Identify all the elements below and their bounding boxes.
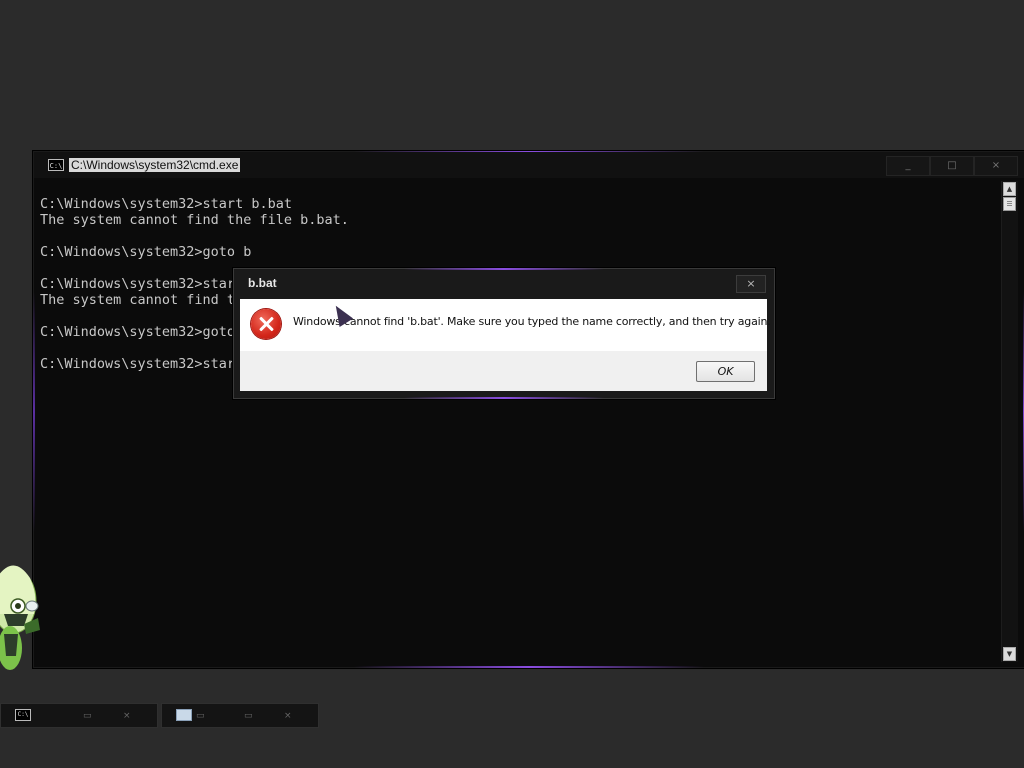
dialog-close-button[interactable]: × bbox=[736, 275, 766, 293]
dialog-glow-bottom bbox=[404, 397, 604, 399]
close-button[interactable]: × bbox=[974, 156, 1018, 176]
ok-button[interactable]: OK bbox=[696, 361, 755, 382]
dialog-title: b.bat bbox=[248, 276, 277, 290]
character-sticker bbox=[0, 565, 40, 670]
cmd-icon[interactable]: C:\ bbox=[48, 159, 64, 171]
taskbar-close-button[interactable]: × bbox=[284, 711, 292, 721]
taskbar-close-button[interactable]: × bbox=[123, 711, 131, 721]
scroll-thumb[interactable] bbox=[1003, 197, 1016, 211]
dialog-glow-top bbox=[404, 268, 604, 270]
console-line: C:\Windows\system32>start b.bat bbox=[40, 196, 292, 212]
taskbar-item-display[interactable]: ▭ ▭ × bbox=[161, 703, 319, 728]
console-line: The system cannot find the file b.bat. bbox=[40, 212, 349, 228]
window-glow-left bbox=[33, 292, 35, 532]
error-dialog[interactable]: b.bat × Windows cannot find 'b.bat'. Mak… bbox=[233, 268, 775, 399]
cmd-window[interactable]: C:\ C:\Windows\system32\cmd.exe _ □ × C:… bbox=[33, 151, 1024, 668]
scroll-down-arrow-icon[interactable]: ▼ bbox=[1003, 647, 1016, 661]
dialog-body: Windows cannot find 'b.bat'. Make sure y… bbox=[240, 299, 771, 351]
window-title: C:\Windows\system32\cmd.exe bbox=[69, 158, 241, 172]
error-icon bbox=[251, 309, 281, 339]
cmd-icon: C:\ bbox=[15, 709, 31, 721]
cmd-titlebar[interactable]: C:\ C:\Windows\system32\cmd.exe _ □ × bbox=[34, 152, 1024, 178]
scroll-up-arrow-icon[interactable]: ▲ bbox=[1003, 182, 1016, 196]
vertical-scrollbar[interactable]: ▲ ▼ bbox=[1001, 181, 1018, 662]
dialog-message: Windows cannot find 'b.bat'. Make sure y… bbox=[293, 315, 771, 328]
maximize-button[interactable]: □ bbox=[930, 156, 974, 176]
dialog-footer: OK bbox=[240, 351, 767, 391]
minimize-button[interactable]: _ bbox=[886, 156, 930, 176]
taskbar-restore-button[interactable]: ▭ bbox=[83, 711, 92, 721]
window-glow-bottom bbox=[354, 666, 704, 668]
console-output[interactable]: C:\Windows\system32>start b.bat The syste… bbox=[40, 196, 990, 656]
console-line: C:\Windows\system32>goto b bbox=[40, 244, 252, 260]
taskbar-restore-button[interactable]: ▭ bbox=[244, 711, 253, 721]
taskbar-item-cmd[interactable]: C:\ ▭ × bbox=[0, 703, 158, 728]
taskbar-minimize-button[interactable]: ▭ bbox=[196, 711, 205, 721]
monitor-icon bbox=[176, 709, 192, 721]
desktop: C:\ C:\Windows\system32\cmd.exe _ □ × C:… bbox=[0, 0, 1024, 768]
